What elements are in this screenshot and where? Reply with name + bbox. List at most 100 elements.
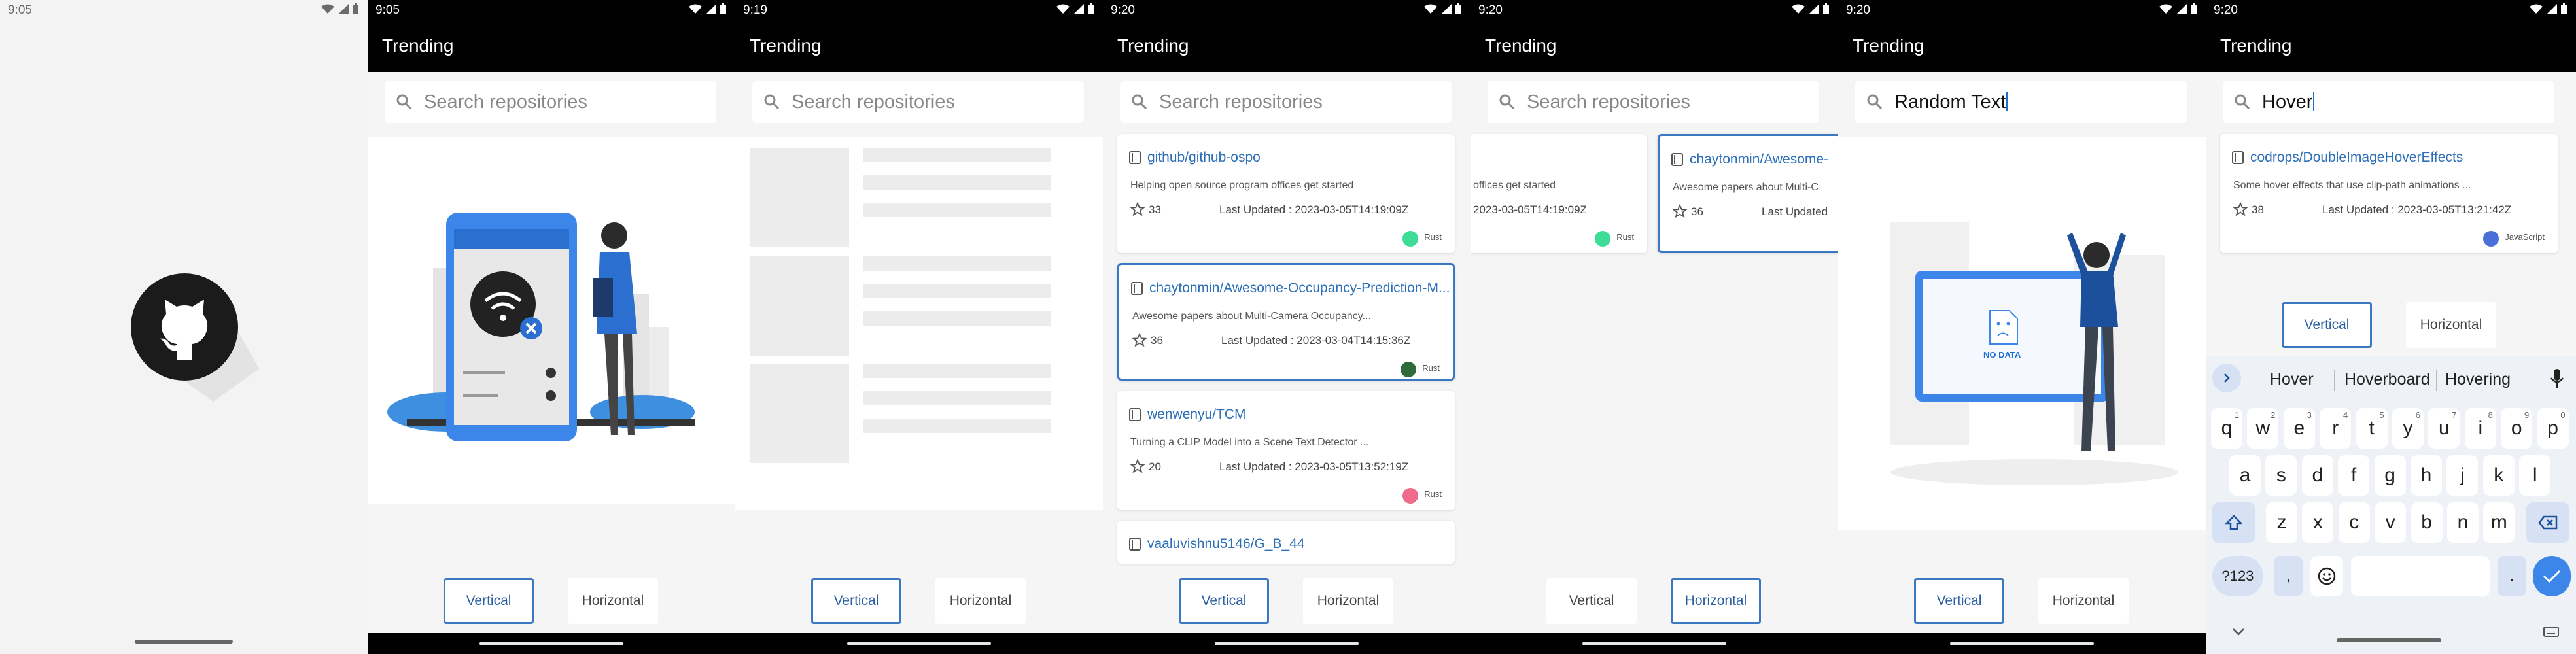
repo-name-link[interactable]: chaytonmin/Awesome- [1690,152,1828,167]
repo-name-link[interactable]: github/github-ospo [1147,150,1261,165]
key-y[interactable]: y6 [2392,408,2424,449]
vertical-toggle[interactable]: Vertical [2282,302,2372,348]
suggestion-1[interactable]: Hover [2270,370,2314,389]
wifi-icon [689,4,702,14]
repo-icon [1671,153,1683,166]
key-t[interactable]: t5 [2356,408,2388,449]
search-input[interactable]: Random Text [1855,81,2187,123]
microphone-icon[interactable] [2550,368,2564,390]
key-a[interactable]: a [2229,455,2261,496]
search-input[interactable]: Search repositories [752,81,1084,123]
vertical-toggle[interactable]: Vertical [1914,578,2004,624]
horizontal-toggle[interactable]: Horizontal [935,578,1026,624]
key-g[interactable]: g [2374,455,2406,496]
key-b[interactable]: b [2411,502,2443,543]
repo-card[interactable]: codrops/DoubleImageHoverEffects Some hov… [2220,134,2558,253]
suggestion-2[interactable]: Hoverboard [2344,370,2430,389]
keyboard-switch-icon[interactable] [2543,627,2559,637]
key-z[interactable]: z [2266,502,2297,543]
key-hint: 6 [2415,410,2420,420]
repo-card-selected[interactable]: chaytonmin/Awesome-Occupancy-Prediction-… [1117,263,1455,381]
key-w[interactable]: w2 [2247,408,2279,449]
status-time: 9:19 [743,3,767,17]
key-f[interactable]: f [2338,455,2370,496]
comma-key[interactable]: , [2274,556,2303,596]
home-indicator [1215,642,1359,645]
repo-description: Awesome papers about Multi-C [1673,182,1819,193]
space-key[interactable] [2351,556,2490,596]
key-p[interactable]: p0 [2537,408,2569,449]
skeleton-thumb [750,148,849,247]
key-r[interactable]: r4 [2320,408,2352,449]
suggestion-expand-button[interactable] [2212,364,2241,392]
horizontal-toggle[interactable]: Horizontal [568,578,658,624]
repo-card-partial[interactable]: vaaluvishnu5146/G_B_44 [1117,521,1455,564]
submit-key[interactable] [2533,556,2571,596]
repo-name-link[interactable]: wenwenyu/TCM [1147,407,1246,422]
vertical-toggle[interactable]: Vertical [811,578,901,624]
search-input[interactable]: Search repositories [385,81,716,123]
suggestion-3[interactable]: Hovering [2445,370,2511,389]
search-input[interactable]: Hover [2223,81,2554,123]
screen-no-results: 9:20 Trending Random Text NO DATA Vertic… [1838,0,2206,654]
key-q[interactable]: q1 [2211,408,2242,449]
key-h[interactable]: h [2411,455,2442,496]
horizontal-toggle[interactable]: Horizontal [1671,578,1761,624]
key-n[interactable]: n [2447,502,2479,543]
vertical-toggle[interactable]: Vertical [444,578,534,624]
key-c[interactable]: c [2338,502,2370,543]
key-v[interactable]: v [2375,502,2407,543]
key-l[interactable]: l [2519,455,2551,496]
star-count: 33 [1149,203,1161,216]
search-icon [1132,94,1147,110]
repo-card-selected[interactable]: chaytonmin/Awesome- Awesome papers about… [1658,134,1838,253]
battery-icon [353,3,358,14]
repo-card[interactable]: wenwenyu/TCM Turning a CLIP Model into a… [1117,391,1455,510]
repo-name-link[interactable]: chaytonmin/Awesome-Occupancy-Prediction-… [1149,281,1450,296]
chevron-right-icon [2224,373,2230,383]
star-count: 38 [2252,203,2264,216]
key-o[interactable]: o9 [2501,408,2533,449]
key-label: t [2369,417,2375,439]
vertical-toggle[interactable]: Vertical [1546,578,1637,624]
repo-name-link[interactable]: vaaluvishnu5146/G_B_44 [1147,536,1305,552]
key-hint: 9 [2524,410,2530,420]
keyboard-hide-icon[interactable] [2232,628,2245,636]
horizontal-toggle[interactable]: Horizontal [1303,578,1393,624]
search-input[interactable]: Search repositories [1120,81,1452,123]
text-caret [2313,92,2315,111]
key-d[interactable]: d [2301,455,2333,496]
horizontal-toggle[interactable]: Horizontal [2406,302,2496,348]
check-icon [2543,570,2561,583]
nav-bar [1103,633,1471,654]
repo-icon [1129,538,1141,551]
skeleton-line [863,203,1051,217]
battery-icon [2561,3,2567,14]
key-hint: 7 [2452,410,2457,420]
status-time: 9:20 [1478,3,1503,17]
key-i[interactable]: i8 [2464,408,2496,449]
repo-name-link[interactable]: codrops/DoubleImageHoverEffects [2250,150,2463,165]
repo-card-partial[interactable]: offices get started 2023-03-05T14:19:09Z… [1471,134,1647,253]
key-j[interactable]: j [2446,455,2479,496]
emoji-key[interactable] [2310,556,2343,596]
vertical-toggle[interactable]: Vertical [1179,578,1269,624]
symbols-key[interactable]: ?123 [2212,556,2263,596]
text-caret [2006,92,2008,111]
key-e[interactable]: e3 [2283,408,2315,449]
repo-card[interactable]: github/github-ospo Helping open source p… [1117,134,1455,253]
battery-icon [1823,3,1829,14]
key-u[interactable]: u7 [2428,408,2460,449]
period-key[interactable]: . [2498,556,2526,596]
status-icons [2530,3,2567,14]
key-k[interactable]: k [2482,455,2515,496]
backspace-key[interactable] [2526,502,2569,543]
nav-bar [735,633,1103,654]
key-m[interactable]: m [2483,502,2515,543]
key-x[interactable]: x [2302,502,2334,543]
search-input[interactable]: Search repositories [1488,81,1819,123]
shift-key[interactable] [2212,502,2255,543]
language-label: Rust [1424,232,1442,242]
key-s[interactable]: s [2265,455,2297,496]
horizontal-toggle[interactable]: Horizontal [2038,578,2129,624]
